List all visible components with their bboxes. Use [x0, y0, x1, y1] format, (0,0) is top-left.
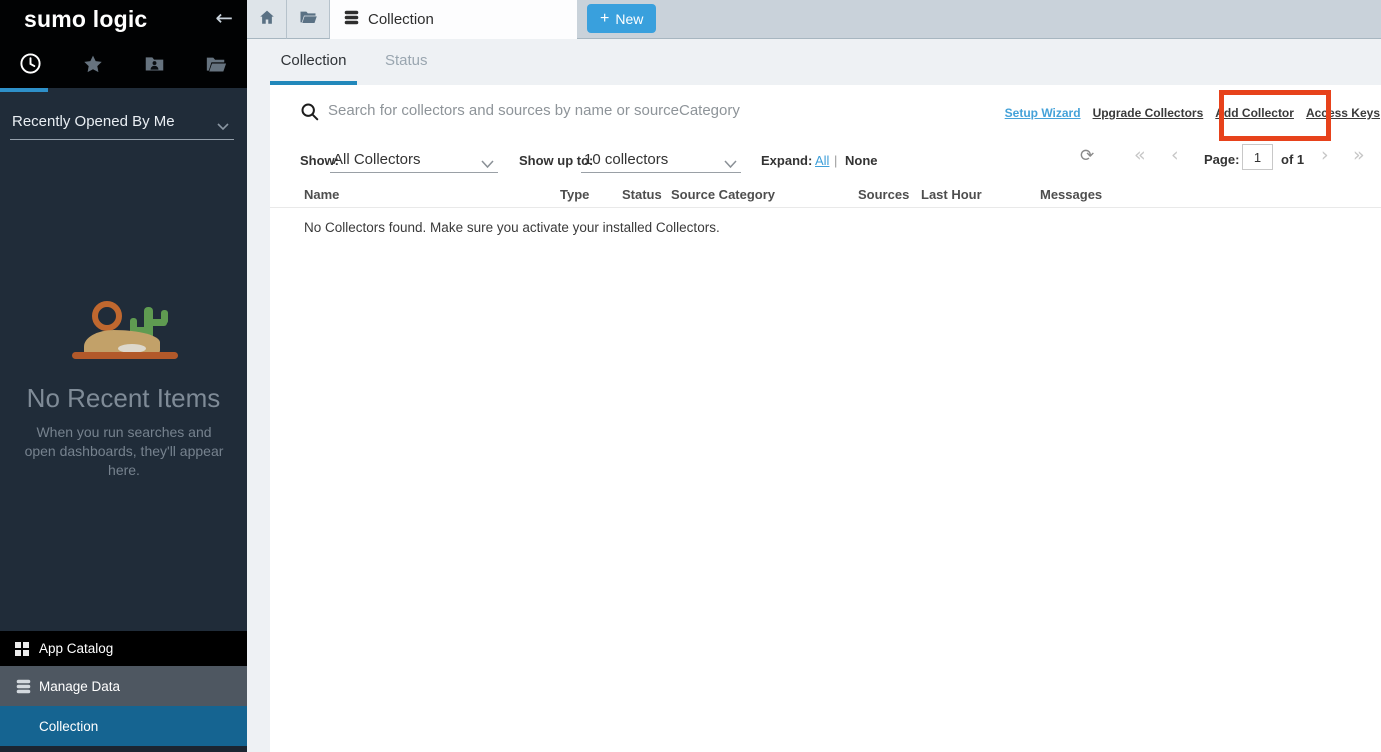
sidebar-item-app-catalog[interactable]: App Catalog: [0, 631, 247, 666]
previous-page-icon[interactable]: ‹: [1171, 144, 1179, 166]
column-header-type[interactable]: Type: [560, 187, 589, 202]
expand-label: Expand:: [761, 153, 812, 168]
clock-icon: [19, 52, 42, 80]
active-nav-indicator: [0, 88, 48, 92]
page-count-label: of 1: [1281, 152, 1304, 167]
library-tab[interactable]: [287, 0, 330, 39]
search-icon: [300, 102, 319, 126]
recently-opened-label: Recently Opened By Me: [12, 113, 175, 130]
column-header-messages[interactable]: Messages: [1040, 187, 1102, 202]
refresh-icon[interactable]: ⟳: [1080, 146, 1094, 166]
empty-table-message: No Collectors found. Make sure you activ…: [304, 220, 720, 235]
page-label: Page:: [1204, 152, 1239, 167]
tab-collection[interactable]: Collection: [270, 39, 357, 85]
no-recent-items-description: When you run searches and open dashboard…: [24, 423, 224, 480]
expand-none-link[interactable]: None: [845, 153, 878, 168]
quick-links: Setup Wizard Upgrade Collectors Add Coll…: [1005, 106, 1380, 120]
column-header-sources[interactable]: Sources: [858, 187, 909, 202]
personal-folder-icon: [144, 53, 165, 79]
page-size-dropdown[interactable]: 10 collectors: [581, 144, 741, 173]
sidebar-item-label: Collection: [39, 719, 98, 734]
filter-toolbar: Show: All Collectors Show up to: 10 coll…: [270, 140, 1381, 178]
column-header-source-category[interactable]: Source Category: [671, 187, 775, 202]
grid-icon: [15, 642, 33, 656]
sidebar-item-collection[interactable]: Collection: [0, 706, 247, 746]
workspace-tab-strip: Collection + New: [247, 0, 1381, 39]
ground-line: [72, 352, 178, 359]
new-button-label: New: [615, 11, 643, 27]
page-tabs: Collection Status: [247, 39, 1381, 85]
chevron-down-icon: [481, 156, 494, 174]
tab-status[interactable]: Status: [385, 39, 428, 85]
show-filter-value: All Collectors: [333, 151, 421, 168]
no-recent-items-title: No Recent Items: [0, 383, 247, 414]
divider: |: [834, 153, 837, 168]
page-number-input[interactable]: [1242, 144, 1273, 170]
plus-icon: +: [600, 10, 609, 28]
database-icon: [15, 678, 33, 695]
sidebar-footer-strip: [0, 746, 247, 752]
sun-icon: [92, 301, 122, 331]
star-icon: [82, 53, 104, 80]
sidebar-item-label: Manage Data: [39, 679, 120, 694]
home-tab[interactable]: [247, 0, 287, 39]
library-folder-tab[interactable]: [185, 48, 247, 84]
sidebar-item-manage-data[interactable]: Manage Data: [0, 666, 247, 706]
page-size-value: 10 collectors: [584, 151, 668, 168]
home-icon: [258, 8, 276, 31]
column-header-name[interactable]: Name: [304, 187, 339, 202]
sidebar-header: sumo logic ←: [0, 0, 247, 88]
favorites-tab[interactable]: [62, 48, 124, 84]
chevron-down-icon: [217, 118, 229, 136]
column-header-last-hour[interactable]: Last Hour: [921, 187, 982, 202]
collectors-table-header: Name Type Status Source Category Sources…: [270, 183, 1381, 208]
sidebar-item-label: App Catalog: [39, 641, 113, 656]
recents-tab[interactable]: [0, 48, 62, 84]
search-input[interactable]: [328, 97, 968, 123]
database-icon: [343, 9, 360, 31]
next-page-icon[interactable]: ›: [1321, 144, 1329, 166]
divider: [10, 139, 234, 140]
sidebar-nav-tabs: [0, 48, 247, 84]
expand-all-link[interactable]: All: [815, 153, 829, 168]
last-page-icon[interactable]: »: [1353, 144, 1365, 166]
tab-label: Collection: [368, 11, 434, 28]
main-area: Collection + New Collection Status Setup…: [247, 0, 1381, 752]
tab-strip-filler: + New: [577, 0, 1381, 39]
sidebar: sumo logic ←: [0, 0, 247, 752]
open-folder-icon: [298, 7, 318, 32]
new-button[interactable]: + New: [587, 4, 656, 33]
setup-wizard-link[interactable]: Setup Wizard: [1005, 106, 1081, 120]
desert-illustration: [60, 290, 190, 365]
show-filter-dropdown[interactable]: All Collectors: [330, 144, 498, 173]
access-keys-link[interactable]: Access Keys: [1306, 106, 1380, 120]
recently-opened-dropdown[interactable]: Recently Opened By Me: [0, 104, 247, 142]
first-page-icon[interactable]: «: [1134, 144, 1146, 166]
upgrade-collectors-link[interactable]: Upgrade Collectors: [1093, 106, 1204, 120]
collection-workspace-tab[interactable]: Collection: [330, 0, 577, 39]
collapse-sidebar-icon[interactable]: ←: [215, 6, 233, 30]
collection-panel: Setup Wizard Upgrade Collectors Add Coll…: [270, 85, 1381, 752]
sumo-logic-logo: sumo logic: [24, 6, 147, 33]
personal-folder-tab[interactable]: [124, 48, 186, 84]
app-window: sumo logic ←: [0, 0, 1381, 752]
column-header-status[interactable]: Status: [622, 187, 662, 202]
add-collector-link[interactable]: Add Collector: [1215, 106, 1294, 120]
chevron-down-icon: [724, 156, 737, 174]
open-folder-icon: [205, 53, 227, 80]
